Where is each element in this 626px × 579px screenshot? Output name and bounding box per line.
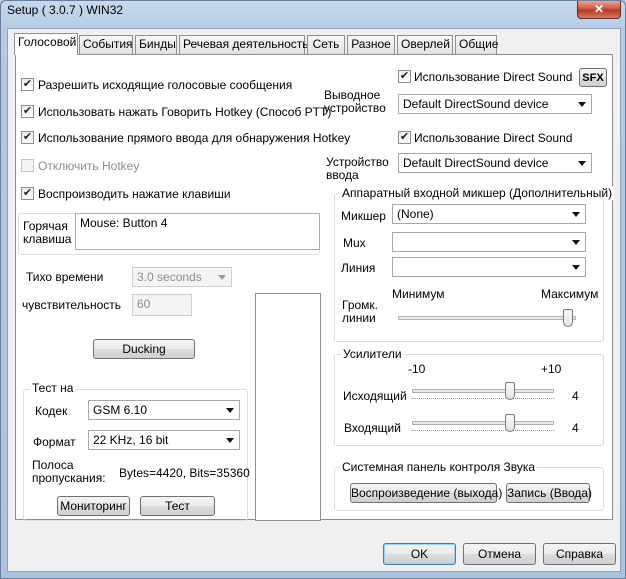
input-device-select[interactable]: Default DirectSound device (398, 153, 592, 173)
quiet-time-label: Тихо времени (26, 270, 104, 284)
mixer-label: Микшер (341, 209, 386, 223)
chevron-down-icon (572, 265, 580, 270)
test-button[interactable]: Тест (140, 496, 215, 516)
output-device-select[interactable]: Default DirectSound device (398, 94, 592, 114)
voice-tab-panel: ✔ Разрешить исходящие голосовые сообщени… (15, 54, 615, 521)
disable-hotkey-checkbox[interactable] (21, 159, 34, 172)
direct-input-hotkey-checkbox[interactable]: ✔ (21, 131, 34, 144)
mixer-group-title: Аппаратный входной микшер (Дополнительны… (340, 186, 615, 200)
tab-events[interactable]: События (79, 35, 133, 54)
outgoing-label: Исходящий (343, 389, 407, 403)
line-volume-track (398, 316, 576, 320)
hotkey-field[interactable]: Mouse: Button 4 (75, 213, 320, 250)
input-direct-sound-checkbox[interactable]: ✔ (398, 131, 411, 144)
allow-outgoing-label: Разрешить исходящие голосовые сообщения (38, 78, 293, 92)
incoming-ticks (412, 428, 554, 431)
monitoring-button[interactable]: Мониторинг (57, 496, 130, 516)
sound-panel-group-title: Системная панель контроля Звука (340, 460, 538, 474)
quiet-time-select[interactable]: 3.0 seconds (132, 267, 232, 287)
tab-network[interactable]: Сеть (307, 35, 345, 54)
format-label: Формат (33, 435, 76, 449)
mux-select[interactable] (392, 232, 586, 252)
window-title: Setup ( 3.0.7 ) WIN32 (7, 3, 124, 17)
outgoing-track (412, 389, 554, 393)
chevron-down-icon (572, 212, 580, 217)
outgoing-value: 4 (572, 389, 579, 403)
amp-max-label: +10 (541, 362, 562, 376)
sfx-button[interactable]: SFX (579, 68, 607, 87)
chevron-down-icon (578, 161, 586, 166)
chevron-down-icon (218, 275, 226, 280)
output-direct-sound-checkbox[interactable]: ✔ (398, 70, 411, 83)
tab-misc[interactable]: Разное (347, 35, 395, 54)
input-direct-sound-label: Использование Direct Sound (414, 131, 573, 145)
use-ptt-hotkey-checkbox[interactable]: ✔ (21, 105, 34, 118)
chevron-down-icon (572, 240, 580, 245)
mixer-max-label: Максимум (541, 287, 599, 301)
chevron-down-icon (578, 102, 586, 107)
allow-outgoing-checkbox[interactable]: ✔ (21, 78, 34, 91)
amplifiers-group-title: Усилители (341, 347, 404, 361)
tab-overlay[interactable]: Оверлей (397, 35, 453, 54)
output-device-label: Выводное устройство (324, 88, 386, 115)
tab-voice[interactable]: Голосовой (14, 33, 78, 55)
disable-hotkey-label: Отключить Hotkey (38, 159, 140, 173)
hotkey-label: Горячая клавиша (23, 219, 72, 246)
outgoing-ticks (412, 396, 554, 399)
tab-general[interactable]: Общие (455, 35, 498, 54)
input-device-value: Default DirectSound device (403, 156, 549, 170)
codec-label: Кодек (35, 404, 68, 418)
quiet-time-value: 3.0 seconds (137, 270, 202, 284)
help-button[interactable]: Справка (543, 543, 616, 565)
codec-select[interactable]: GSM 6.10 (88, 400, 240, 420)
use-ptt-hotkey-label: Использовать нажать Говорить Hotkey (Спо… (38, 105, 332, 119)
mixer-value: (None) (397, 207, 434, 221)
line-label: Линия (341, 261, 376, 275)
output-device-value: Default DirectSound device (403, 97, 549, 111)
bandwidth-value: Bytes=4420, Bits=35360 (119, 466, 250, 480)
play-keypress-checkbox[interactable]: ✔ (21, 187, 34, 200)
format-value: 22 KHz, 16 bit (93, 433, 169, 447)
close-button[interactable]: ✕ (577, 1, 621, 19)
incoming-slider[interactable] (505, 414, 515, 432)
amp-min-label: -10 (408, 362, 426, 376)
input-device-label: Устройство ввода (326, 155, 389, 182)
tab-speech[interactable]: Речевая деятельность (179, 35, 309, 54)
incoming-value: 4 (572, 421, 579, 435)
record-device-button[interactable]: Запись (Ввода) (506, 483, 592, 503)
chevron-down-icon (226, 438, 234, 443)
mixer-select[interactable]: (None) (392, 204, 586, 224)
chevron-down-icon (226, 408, 234, 413)
bandwidth-label: Полоса пропускания: (32, 458, 106, 485)
ok-button[interactable]: OK (383, 543, 456, 565)
sensitivity-field[interactable]: 60 (132, 294, 192, 316)
mux-label: Мux (343, 236, 366, 250)
playback-device-button[interactable]: Воспроизведение (выхода) (350, 483, 502, 503)
play-keypress-label: Воспроизводить нажатие клавиши (38, 187, 231, 201)
outgoing-slider[interactable] (505, 382, 515, 400)
test-group-title: Тест на (30, 381, 76, 395)
codec-value: GSM 6.10 (93, 403, 148, 417)
output-direct-sound-label: Использование Direct Sound (414, 70, 573, 84)
setup-window: Setup ( 3.0.7 ) WIN32 ✕ Голосовой Событи… (0, 0, 626, 579)
incoming-track (412, 421, 554, 425)
sensitivity-label: чувствительность (22, 298, 122, 312)
line-select[interactable] (392, 257, 586, 277)
ducking-button[interactable]: Ducking (93, 339, 195, 359)
tab-binds[interactable]: Бинды (135, 35, 177, 54)
direct-input-hotkey-label: Использование прямого ввода для обнаруже… (38, 131, 351, 145)
sfx-label: SFX (582, 72, 604, 84)
format-select[interactable]: 22 KHz, 16 bit (88, 430, 240, 450)
dialog-client: Голосовой События Бинды Речевая деятельн… (7, 28, 621, 572)
voice-level-meter (255, 293, 321, 521)
line-volume-slider[interactable] (563, 309, 573, 327)
mixer-min-label: Минимум (392, 287, 445, 301)
cancel-button[interactable]: Отмена (463, 543, 536, 565)
incoming-label: Входящий (344, 421, 401, 435)
line-volume-label: Громк. линии (342, 298, 379, 325)
